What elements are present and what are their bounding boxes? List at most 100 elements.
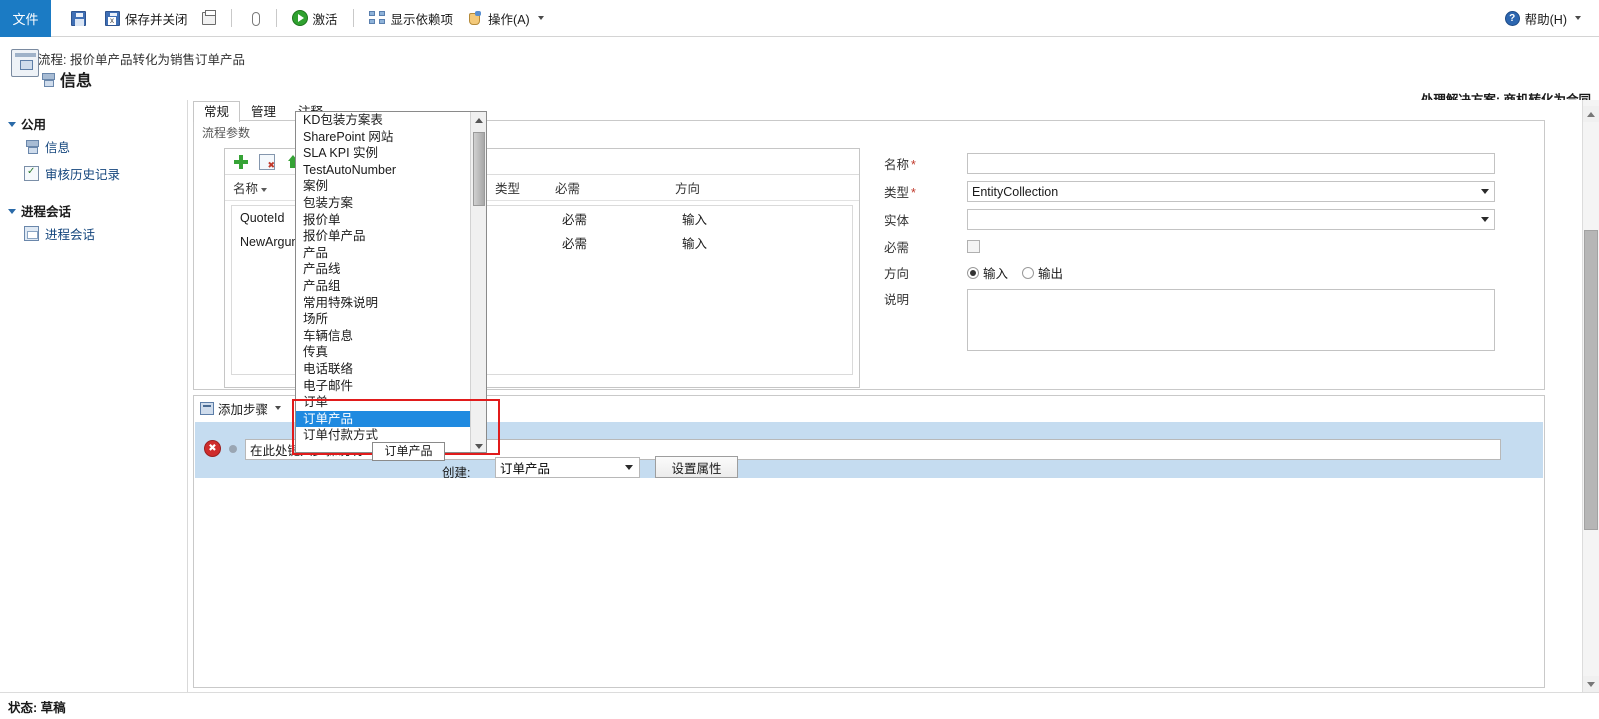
form-row-direction: 方向 输入 输出 [884, 263, 1524, 282]
toolbar-separator [230, 9, 232, 27]
column-header-required[interactable]: 必需 [555, 178, 675, 197]
sidebar-item-process-session[interactable]: 进程会话 [0, 220, 187, 247]
add-icon[interactable] [233, 154, 249, 170]
entity-dropdown-list[interactable]: KD包装方案表 SharePoint 网站 SLA KPI 实例 TestAut… [295, 111, 487, 453]
sidebar-group-common[interactable]: 公用 [0, 114, 187, 133]
activate-icon [291, 10, 308, 26]
scroll-down-icon[interactable] [1583, 676, 1599, 692]
dropdown-item[interactable]: 产品线 [296, 261, 471, 278]
activate-label: 激活 [312, 12, 338, 27]
page-title: 信息 [60, 73, 93, 90]
create-entity-select[interactable] [495, 457, 640, 478]
chevron-down-icon [275, 406, 282, 410]
column-header-type[interactable]: 类型 [495, 178, 555, 197]
scrollbar-thumb[interactable] [1584, 230, 1598, 530]
cell-direction: 输入 [682, 236, 708, 251]
file-menu-label: 文件 [12, 12, 39, 27]
dropdown-scrollbar[interactable] [470, 112, 486, 452]
dropdown-item[interactable]: 电话联络 [296, 361, 471, 378]
dropdown-item[interactable]: 产品 [296, 245, 471, 262]
required-checkbox[interactable] [967, 240, 980, 253]
entity-select[interactable] [967, 209, 1495, 230]
process-icon [11, 49, 39, 77]
activate-button[interactable]: 激活 [286, 5, 344, 31]
dropdown-item[interactable]: 产品组 [296, 278, 471, 295]
dropdown-item[interactable]: 案例 [296, 178, 471, 195]
help-button[interactable]: 帮助(H) [1499, 5, 1587, 31]
tab-general[interactable]: 常规 [193, 101, 241, 122]
dropdown-item[interactable]: KD包装方案表 [296, 112, 471, 129]
print-icon [201, 9, 216, 25]
chevron-down-icon [537, 16, 544, 20]
argument-detail-form: 名称* 类型* 实体 [884, 153, 1524, 358]
sort-descending-icon [261, 187, 268, 192]
page-header: 流程: 报价单产品转化为销售订单产品 信息 处理解决方案: 商机转化为合同 [0, 37, 1599, 107]
dropdown-item[interactable]: SLA KPI 实例 [296, 145, 471, 162]
scroll-down-icon[interactable] [471, 438, 486, 452]
attachment-button[interactable] [241, 5, 267, 31]
entity-select-wrapper [967, 209, 1495, 230]
show-dependencies-button[interactable]: 显示依赖项 [363, 5, 460, 31]
save-and-close-button[interactable]: 保存并关闭 [99, 5, 194, 31]
info-icon [24, 139, 39, 154]
dropdown-item[interactable]: 传真 [296, 344, 471, 361]
dropdown-item[interactable]: 场所 [296, 311, 471, 328]
scroll-up-icon[interactable] [471, 112, 486, 128]
dropdown-item[interactable]: 常用特殊说明 [296, 295, 471, 312]
dropdown-item[interactable]: 订单 [296, 394, 471, 411]
column-header-direction[interactable]: 方向 [675, 178, 785, 197]
sidebar-group-label: 公用 [21, 118, 47, 132]
dropdown-item-selected[interactable]: 订单产品 [296, 410, 471, 428]
help-icon [1504, 10, 1520, 26]
direction-radio-output[interactable]: 输出 [1022, 263, 1063, 282]
save-button[interactable] [65, 5, 97, 31]
dropdown-item[interactable]: SharePoint 网站 [296, 129, 471, 146]
required-label: 必需 [884, 241, 910, 255]
print-button[interactable] [196, 5, 222, 31]
column-header-label: 方向 [675, 182, 701, 196]
tab-label: 常规 [204, 105, 230, 119]
form-row-name: 名称 * [884, 153, 1524, 174]
file-menu-tab[interactable]: 文件 [0, 0, 51, 37]
sidebar-item-audit-history[interactable]: 审核历史记录 [0, 160, 187, 187]
chevron-down-icon [625, 465, 633, 470]
tab-administration[interactable]: 管理 [240, 101, 287, 122]
sidebar-item-info[interactable]: 信息 [0, 133, 187, 160]
scroll-up-icon[interactable] [1583, 106, 1599, 122]
sidebar-group-label: 进程会话 [21, 205, 72, 219]
save-icon [71, 10, 86, 26]
dropdown-item[interactable]: 包装方案 [296, 195, 471, 212]
toolbar-separator [352, 9, 354, 27]
dropdown-options: KD包装方案表 SharePoint 网站 SLA KPI 实例 TestAut… [296, 112, 471, 452]
dropdown-item[interactable]: 车辆信息 [296, 328, 471, 345]
step-bullet-icon [229, 445, 237, 453]
column-header-label: 名称 [233, 182, 259, 196]
required-asterisk: * [911, 186, 916, 200]
actions-button[interactable]: 操作(A) [461, 5, 550, 31]
set-properties-button[interactable]: 设置属性 [655, 456, 738, 478]
actions-icon [467, 10, 483, 26]
delete-icon[interactable] [259, 153, 275, 171]
dropdown-item[interactable]: TestAutoNumber [296, 162, 471, 179]
dropdown-item[interactable]: 报价单产品 [296, 228, 471, 245]
dropdown-item[interactable]: 报价单 [296, 212, 471, 229]
name-field[interactable] [967, 153, 1495, 174]
toolbar-separator [275, 9, 277, 27]
form-row-type: 类型 * [884, 181, 1524, 202]
main-scrollbar[interactable] [1582, 100, 1599, 692]
sidebar: 公用 信息 审核历史记录 进程会话 进程会话 [0, 100, 188, 692]
sidebar-group-process-session[interactable]: 进程会话 [0, 201, 187, 220]
direction-radio-group: 输入 输出 [967, 263, 1063, 282]
type-select[interactable] [967, 181, 1495, 202]
chevron-down-icon [8, 122, 16, 127]
sidebar-item-label: 进程会话 [45, 228, 96, 242]
dropdown-item[interactable]: 电子邮件 [296, 378, 471, 395]
status-bar: 状态: 草稿 [0, 692, 1599, 719]
attachment-icon [247, 11, 261, 26]
error-icon [204, 440, 221, 457]
description-field[interactable] [967, 289, 1495, 351]
column-header-label: 必需 [555, 182, 581, 196]
add-step-button[interactable]: 添加步骤 [200, 399, 282, 418]
direction-radio-input[interactable]: 输入 [967, 263, 1008, 282]
scrollbar-thumb[interactable] [473, 132, 485, 206]
